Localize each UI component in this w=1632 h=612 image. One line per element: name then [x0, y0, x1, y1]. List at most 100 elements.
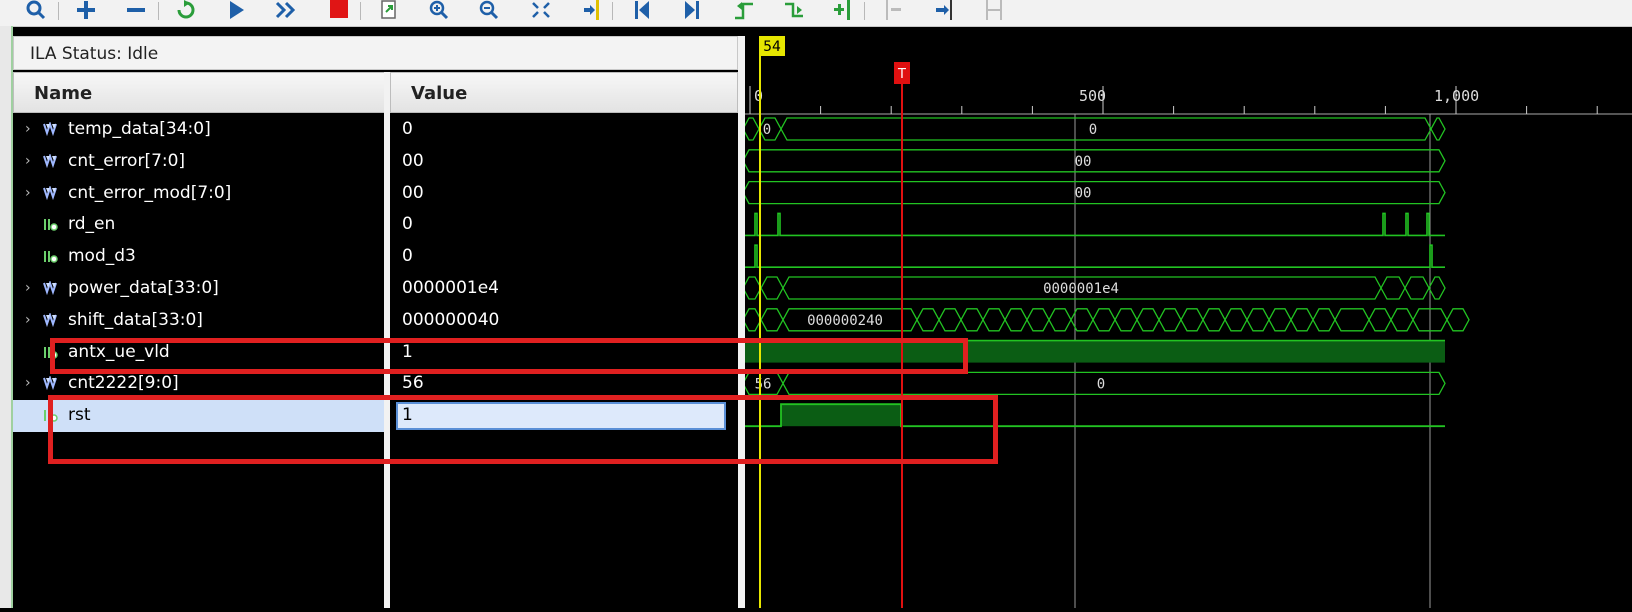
bus-value-label: 0000001e4 — [1043, 281, 1119, 297]
fast-forward-icon[interactable] — [272, 0, 300, 20]
name-column-header[interactable]: Name — [13, 72, 387, 113]
waveform-splitter[interactable] — [738, 36, 745, 608]
value-row[interactable]: 0 — [390, 114, 738, 146]
value-row[interactable]: 0 — [390, 241, 738, 273]
bus-segment — [1268, 308, 1292, 332]
ruler-tick-label: 1,000 — [1434, 87, 1479, 105]
next-transition-icon[interactable] — [780, 0, 808, 20]
signal-value: 56 — [402, 373, 424, 394]
bus-value-label: 00 — [1075, 154, 1092, 170]
bus-value-label: 0 — [763, 122, 771, 138]
signal-name: temp_data[34:0] — [68, 119, 211, 139]
value-column-header[interactable]: Value — [390, 72, 738, 113]
signal-row[interactable]: › temp_data[34:0] — [13, 114, 387, 146]
signal-name: cnt_error[7:0] — [68, 150, 186, 171]
bus-segment — [1430, 117, 1446, 141]
signal-name: mod_d3 — [68, 246, 136, 267]
expand-chevron-icon[interactable]: › — [25, 375, 39, 391]
signal-row[interactable]: rd_en — [13, 209, 387, 241]
expand-chevron-icon[interactable]: › — [25, 312, 39, 328]
bus-segment — [1334, 308, 1370, 332]
value-row[interactable]: 00 — [390, 178, 738, 210]
ruler-tick-label: 500 — [1079, 87, 1106, 105]
bus-segment — [742, 149, 1446, 173]
signal-name: shift_data[33:0] — [68, 309, 203, 330]
go-to-cursor-icon[interactable] — [577, 0, 605, 20]
signal-value: 00 — [402, 182, 424, 203]
prev-marker-icon[interactable] — [880, 0, 908, 20]
export-icon[interactable] — [375, 0, 403, 20]
bus-segment — [1446, 308, 1470, 332]
signal-row[interactable]: › power_data[33:0] — [13, 273, 387, 305]
minus-icon[interactable] — [122, 0, 150, 20]
signal-value: 00 — [402, 150, 424, 171]
bus-signal-icon — [43, 185, 57, 200]
search-icon[interactable] — [22, 0, 50, 20]
bus-segment — [1290, 308, 1314, 332]
bus-segment — [1180, 308, 1204, 332]
toolbar-separator — [158, 2, 159, 20]
value-row[interactable]: 00 — [390, 146, 738, 178]
cursor-label: 54 — [763, 39, 781, 55]
ruler-tick-label: 0 — [754, 87, 763, 105]
signal-row[interactable]: › cnt_error_mod[7:0] — [13, 178, 387, 210]
value-row[interactable]: 000000040 — [390, 305, 738, 337]
left-panel-edge — [0, 26, 13, 608]
highlight-rst — [48, 395, 998, 464]
value-row[interactable]: 0 — [390, 209, 738, 241]
expand-chevron-icon[interactable]: › — [25, 185, 39, 201]
ila-status-bar: ILA Status: Idle — [13, 36, 738, 70]
wire-wave — [743, 212, 1445, 237]
swap-cursors-icon[interactable] — [980, 0, 1008, 20]
toolbar-separator — [612, 2, 613, 20]
bus-segment — [742, 180, 1446, 205]
bus-segment — [1202, 308, 1226, 332]
expand-chevron-icon[interactable]: › — [25, 280, 39, 296]
signal-name: power_data[33:0] — [68, 278, 219, 298]
bus-segment — [742, 276, 762, 300]
value-row[interactable]: 0000001e4 — [390, 273, 738, 305]
expand-chevron-icon[interactable]: › — [25, 153, 39, 169]
signal-row[interactable]: › cnt_error[7:0] — [13, 146, 387, 178]
signal-name: cnt_error_mod[7:0] — [68, 182, 232, 203]
bus-segment — [1048, 308, 1072, 332]
bus-segment — [1390, 308, 1414, 332]
zoom-fit-icon[interactable] — [527, 0, 555, 20]
signal-row[interactable]: mod_d3 — [13, 241, 387, 273]
bus-segment — [760, 276, 784, 300]
bus-segment — [1428, 276, 1446, 300]
signal-row[interactable]: › shift_data[33:0] — [13, 305, 387, 337]
bus-value-label: 56 — [755, 376, 772, 392]
zoom-out-icon[interactable] — [475, 0, 503, 20]
plus-icon[interactable] — [72, 0, 100, 20]
add-marker-icon[interactable] — [828, 0, 856, 20]
bus-segment — [960, 308, 984, 332]
bus-segment — [982, 308, 1006, 332]
bus-segment — [938, 308, 962, 332]
bus-segment — [1114, 308, 1138, 332]
stop-icon[interactable] — [325, 0, 353, 20]
time-ruler — [745, 78, 1632, 118]
toolbar-separator — [360, 2, 361, 20]
waveform-canvas[interactable]: 0 500 1,0000 000000000001e400000024056 0T54 — [742, 36, 1632, 608]
prev-transition-icon[interactable] — [730, 0, 758, 20]
wire-signal-icon — [44, 251, 58, 263]
signal-value: 000000040 — [402, 309, 500, 330]
highlight-antx-ue-vld — [50, 338, 968, 374]
first-edge-icon[interactable] — [628, 0, 656, 20]
wire-wave — [743, 244, 1445, 268]
expand-chevron-icon[interactable]: › — [25, 121, 39, 137]
bus-segment — [1246, 308, 1270, 332]
last-edge-icon[interactable] — [678, 0, 706, 20]
refresh-icon[interactable] — [172, 0, 200, 20]
bus-segment — [1368, 308, 1392, 332]
zoom-in-icon[interactable] — [425, 0, 453, 20]
bus-signal-icon — [43, 153, 57, 168]
waveform-viewer[interactable]: 0 500 1,000 0 0 00 00 0000001e4 000000240 56 0 T 54 — [742, 36, 1632, 608]
bus-signal-icon — [43, 376, 57, 391]
bus-segment — [1404, 276, 1430, 300]
bus-value-label: 0 — [1097, 376, 1105, 392]
play-icon[interactable] — [222, 0, 250, 20]
bus-signal-icon — [43, 312, 57, 327]
next-marker-icon[interactable] — [930, 0, 958, 20]
